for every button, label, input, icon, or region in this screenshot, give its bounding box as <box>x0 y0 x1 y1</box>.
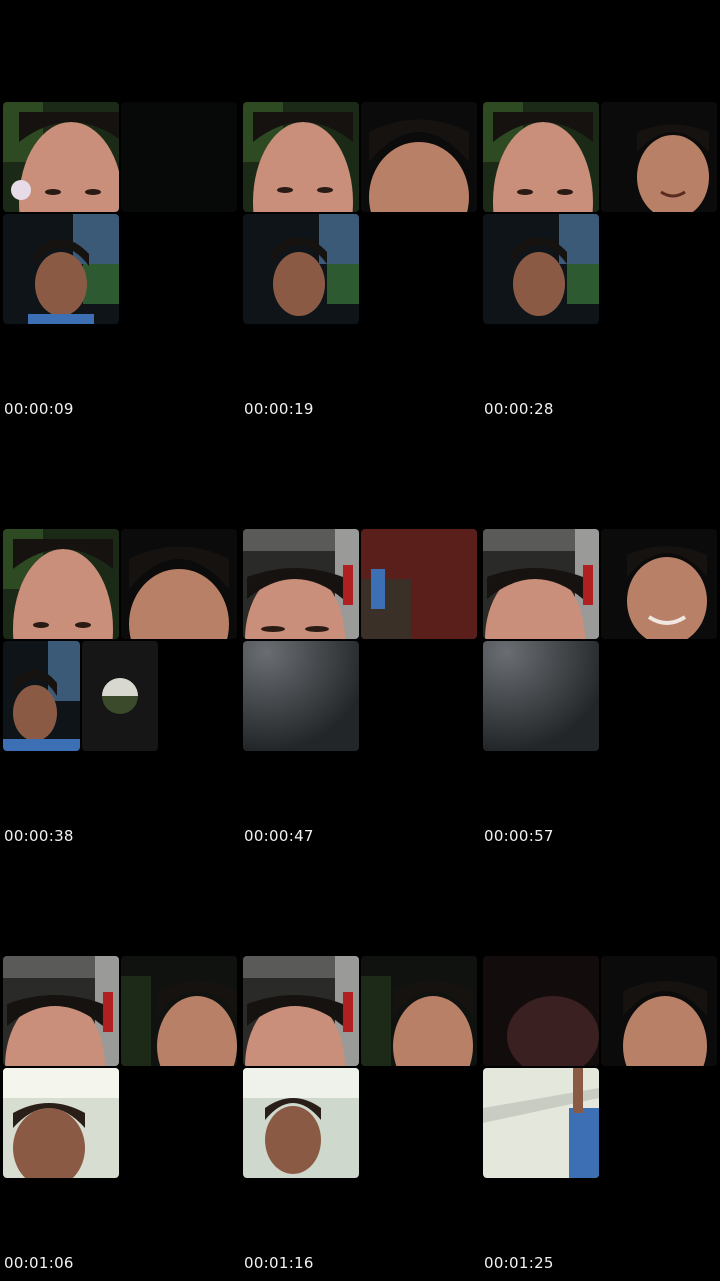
frame-4: 00:00:38 <box>0 427 240 854</box>
frame-3: 00:00:28 <box>480 0 720 427</box>
frame-2: 00:00:19 <box>240 0 480 427</box>
person-portrait-icon <box>3 641 80 751</box>
timestamp: 00:00:09 <box>4 400 74 418</box>
video-tile-red <box>361 529 477 639</box>
timestamp: 00:00:38 <box>4 827 74 845</box>
video-tile-girl <box>483 529 599 639</box>
person-portrait-icon <box>121 529 237 639</box>
profile-avatar-icon <box>82 641 158 751</box>
video-tile-girl <box>3 529 119 639</box>
video-tile-dark-face <box>483 956 599 1066</box>
video-tile-girl <box>3 956 119 1066</box>
person-portrait-icon <box>243 214 359 324</box>
person-portrait-icon <box>601 529 717 639</box>
video-tile-boy-2 <box>601 529 717 639</box>
video-tile-boy-2 <box>601 956 717 1066</box>
video-tile-boy-2 <box>361 956 477 1066</box>
video-tile-boy-2 <box>601 102 717 212</box>
timestamp: 00:01:06 <box>4 1254 74 1272</box>
video-tile-boy <box>483 214 599 324</box>
video-tile-boy-2 <box>121 956 237 1066</box>
video-tile-boy-2 <box>361 102 477 212</box>
video-tile-boy <box>243 214 359 324</box>
video-tile-boy-2 <box>121 529 237 639</box>
person-portrait-icon <box>243 102 359 212</box>
frame-5: 00:00:47 <box>240 427 480 854</box>
person-portrait-icon <box>601 102 717 212</box>
person-portrait-icon <box>3 1068 119 1178</box>
video-tile-grey <box>483 641 599 751</box>
video-tile-girl <box>243 529 359 639</box>
blank-screen-icon <box>243 641 359 751</box>
timestamp: 00:01:16 <box>244 1254 314 1272</box>
video-tile-dark <box>121 102 237 212</box>
video-tile-boy <box>3 641 80 751</box>
timestamp: 00:00:19 <box>244 400 314 418</box>
person-portrait-icon <box>243 1068 359 1178</box>
person-portrait-icon <box>3 956 119 1066</box>
frame-7: 00:01:06 <box>0 854 240 1281</box>
blank-screen-icon <box>483 641 599 751</box>
video-tile-bright <box>3 1068 119 1178</box>
person-portrait-icon <box>3 102 119 212</box>
video-tile-bright <box>483 1068 599 1178</box>
person-portrait-icon <box>243 956 359 1066</box>
frame-6: 00:00:57 <box>480 427 720 854</box>
timestamp: 00:00:28 <box>484 400 554 418</box>
person-portrait-icon <box>483 529 599 639</box>
video-tile-bright <box>243 1068 359 1178</box>
video-tile-girl <box>243 102 359 212</box>
timestamp: 00:00:57 <box>484 827 554 845</box>
person-portrait-icon <box>601 956 717 1066</box>
timestamp: 00:01:25 <box>484 1254 554 1272</box>
video-tile-girl <box>483 102 599 212</box>
person-portrait-icon <box>3 214 119 324</box>
video-tile-girl <box>3 102 119 212</box>
timestamp: 00:00:47 <box>244 827 314 845</box>
person-portrait-icon <box>3 529 119 639</box>
person-portrait-icon <box>483 102 599 212</box>
person-portrait-icon <box>483 956 599 1066</box>
frame-8: 00:01:16 <box>240 854 480 1281</box>
video-tile-boy <box>3 214 119 324</box>
video-tile-grey <box>243 641 359 751</box>
video-tile-avatar <box>82 641 158 751</box>
frame-9: 00:01:25 <box>480 854 720 1281</box>
person-portrait-icon <box>121 956 237 1066</box>
video-tile-girl <box>243 956 359 1066</box>
person-portrait-icon <box>361 102 477 212</box>
camera-feed-icon <box>483 1068 599 1178</box>
frame-1: 00:00:09 <box>0 0 240 427</box>
camera-feed-icon <box>361 529 477 639</box>
person-portrait-icon <box>361 956 477 1066</box>
person-portrait-icon <box>243 529 359 639</box>
person-portrait-icon <box>483 214 599 324</box>
